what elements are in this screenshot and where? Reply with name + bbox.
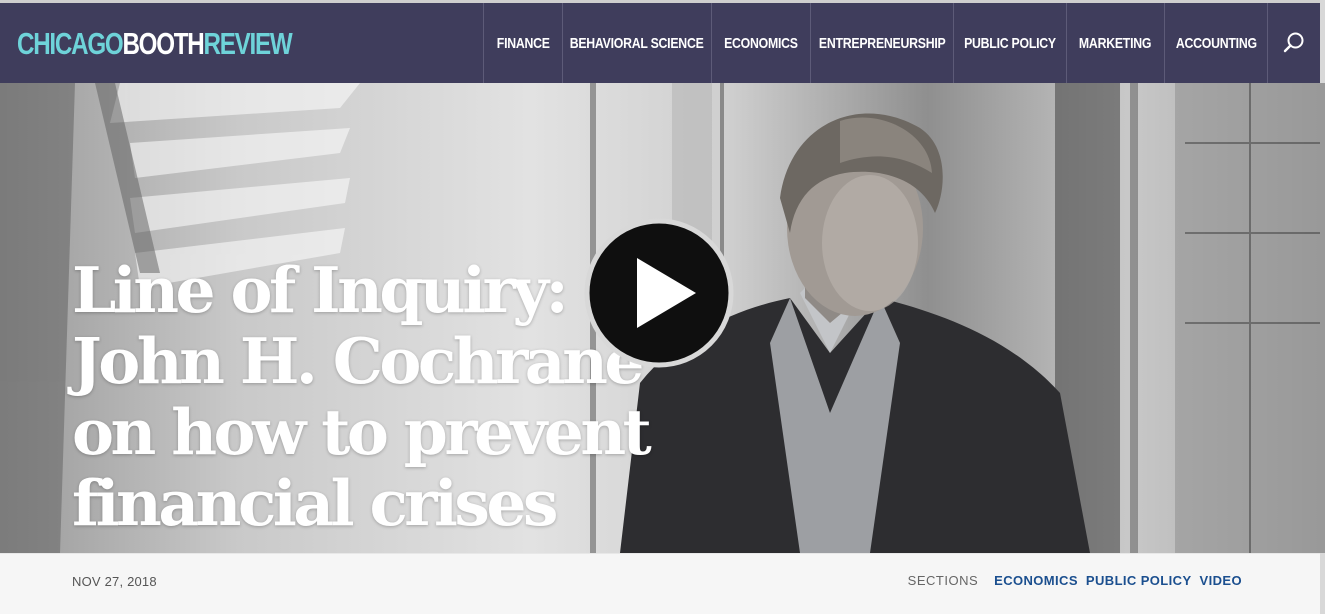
main-nav: FINANCE BEHAVIORAL SCIENCE ECONOMICS ENT…: [483, 3, 1320, 83]
nav-behavioral-science[interactable]: BEHAVIORAL SCIENCE: [562, 3, 711, 83]
section-tags: SECTIONS ECONOMICS PUBLIC POLICY VIDEO: [908, 573, 1242, 588]
sections-label: SECTIONS: [907, 573, 979, 588]
logo-booth: BOOTH: [122, 26, 204, 61]
nav-public-policy[interactable]: PUBLIC POLICY: [953, 3, 1066, 83]
nav-finance[interactable]: FINANCE: [483, 3, 562, 83]
video-hero[interactable]: Line of Inquiry: John H. Cochrane on how…: [0, 83, 1325, 553]
site-header: CHICAGOBOOTHREVIEW FINANCE BEHAVIORAL SC…: [0, 3, 1320, 83]
tag-video[interactable]: VIDEO: [1200, 573, 1242, 588]
nav-entrepreneurship[interactable]: ENTREPRENEURSHIP: [810, 3, 953, 83]
search-button[interactable]: [1267, 3, 1320, 83]
logo-review: REVIEW: [203, 26, 293, 61]
tag-public-policy[interactable]: PUBLIC POLICY: [1086, 573, 1192, 588]
publish-date: NOV 27, 2018: [72, 574, 157, 589]
nav-accounting[interactable]: ACCOUNTING: [1164, 3, 1267, 83]
tag-economics[interactable]: ECONOMICS: [994, 573, 1078, 588]
search-icon: [1283, 32, 1304, 53]
nav-marketing[interactable]: MARKETING: [1066, 3, 1164, 83]
article-headline: Line of Inquiry: John H. Cochrane on how…: [72, 253, 652, 540]
play-button[interactable]: [584, 218, 734, 368]
nav-economics[interactable]: ECONOMICS: [711, 3, 810, 83]
article-meta: NOV 27, 2018 SECTIONS ECONOMICS PUBLIC P…: [0, 553, 1320, 614]
site-logo[interactable]: CHICAGOBOOTHREVIEW: [17, 26, 293, 61]
logo-chicago: CHICAGO: [17, 26, 124, 61]
play-icon: [584, 218, 734, 368]
